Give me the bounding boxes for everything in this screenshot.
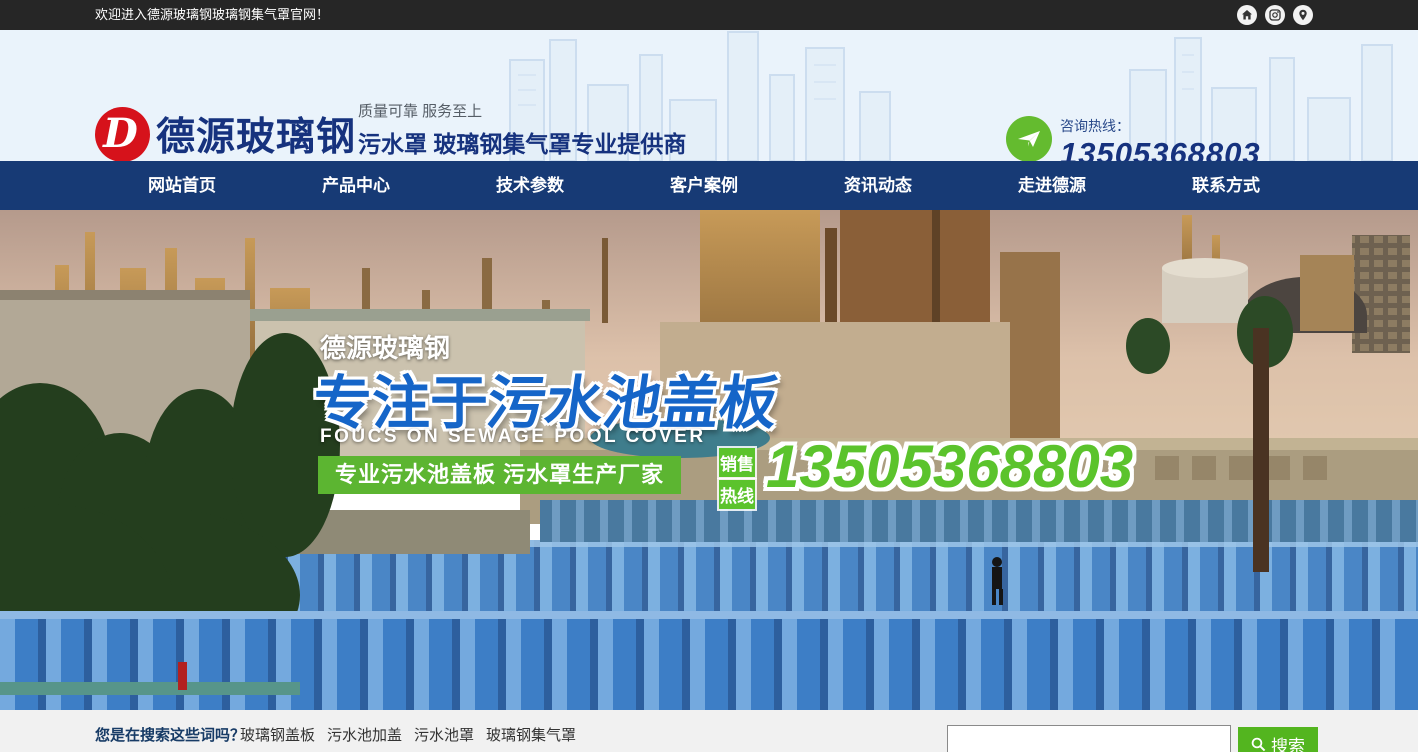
header-hotline: 咨询热线： 13505368803 <box>1006 116 1261 161</box>
page: 欢迎进入德源玻璃钢玻璃钢集气罩官网！ <box>0 0 1418 752</box>
logo-text: 德源玻璃钢 <box>156 106 356 161</box>
search-button-label: 搜索 <box>1271 732 1305 752</box>
hero-hotline-label-bottom: 热线 <box>719 480 755 509</box>
main-nav-inner: 网站首页 产品中心 技术参数 客户案例 资讯动态 走进德源 联系方式 <box>95 161 1313 210</box>
header-slogan: 质量可靠 服务至上 污水罩 玻璃钢集气罩专业提供商 <box>358 100 686 159</box>
main-nav: 网站首页 产品中心 技术参数 客户案例 资讯动态 走进德源 联系方式 <box>0 161 1418 210</box>
slogan-small: 质量可靠 服务至上 <box>358 100 686 121</box>
search-input[interactable] <box>947 725 1231 752</box>
hero-hotline-label: 销售 热线 <box>719 448 755 512</box>
hero-hotline-label-top: 销售 <box>719 448 755 477</box>
nav-item-contact[interactable]: 联系方式 <box>1182 161 1270 210</box>
slogan-big: 污水罩 玻璃钢集气罩专业提供商 <box>358 125 686 159</box>
search-bar: 您是在搜索这些词吗？ 玻璃钢盖板 污水池加盖 污水池罩 玻璃钢集气罩 搜索 <box>0 710 1418 752</box>
location-icon[interactable] <box>1293 5 1313 25</box>
keyword-link-3[interactable]: 污水池罩 <box>414 724 474 745</box>
nav-item-products[interactable]: 产品中心 <box>312 161 400 210</box>
search-button[interactable]: 搜索 <box>1238 727 1318 752</box>
keyword-link-2[interactable]: 污水池加盖 <box>327 724 402 745</box>
keyword-link-4[interactable]: 玻璃钢集气罩 <box>486 724 576 745</box>
hero-hotline-number: 13505368803 <box>766 432 1133 501</box>
social-icons <box>1237 5 1313 25</box>
keyword-link-1[interactable]: 玻璃钢盖板 <box>240 724 315 745</box>
search-question: 您是在搜索这些词吗？ <box>95 724 245 745</box>
search-keywords: 玻璃钢盖板 污水池加盖 污水池罩 玻璃钢集气罩 <box>240 724 576 745</box>
hotline-texts: 咨询热线： 13505368803 <box>1060 116 1261 161</box>
paper-plane-icon <box>1006 116 1052 161</box>
nav-item-home[interactable]: 网站首页 <box>138 161 226 210</box>
magnifier-icon <box>1251 737 1266 752</box>
hotline-label: 咨询热线： <box>1060 116 1261 136</box>
home-icon[interactable] <box>1237 5 1257 25</box>
hero-banner: 德源玻璃钢 专注于污水池盖板 FOUCS ON SEWAGE POOL COVE… <box>0 210 1418 713</box>
nav-item-news[interactable]: 资讯动态 <box>834 161 922 210</box>
welcome-text: 欢迎进入德源玻璃钢玻璃钢集气罩官网！ <box>95 0 329 30</box>
logo-mark-icon: D <box>95 107 150 162</box>
hotline-number: 13505368803 <box>1060 136 1261 161</box>
nav-item-specs[interactable]: 技术参数 <box>486 161 574 210</box>
instagram-icon[interactable] <box>1265 5 1285 25</box>
nav-item-cases[interactable]: 客户案例 <box>660 161 748 210</box>
hero-photo-illustration <box>0 210 1418 713</box>
hero-tagline-badge: 专业污水池盖板 污水罩生产厂家 <box>318 456 681 494</box>
hero-subtitle: FOUCS ON SEWAGE POOL COVER <box>320 426 706 448</box>
logo[interactable]: D 德源玻璃钢 <box>95 106 356 161</box>
nav-item-about[interactable]: 走进德源 <box>1008 161 1096 210</box>
header: D 德源玻璃钢 质量可靠 服务至上 污水罩 玻璃钢集气罩专业提供商 咨询热线： … <box>0 30 1418 161</box>
topbar: 欢迎进入德源玻璃钢玻璃钢集气罩官网！ <box>0 0 1418 30</box>
